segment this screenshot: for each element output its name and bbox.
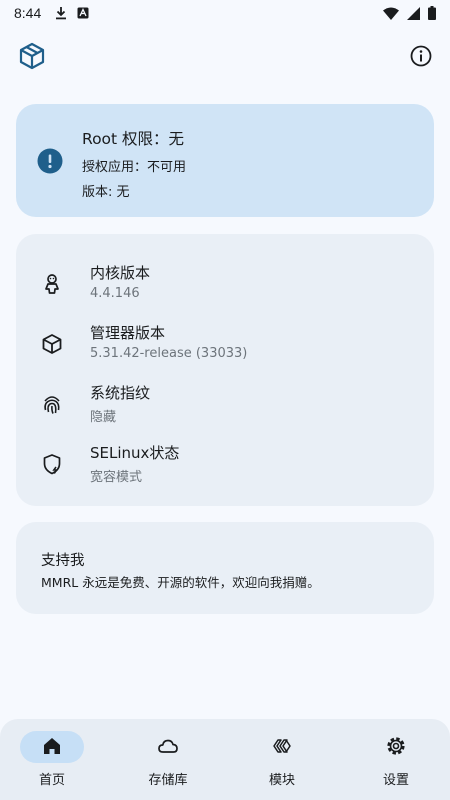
support-title: 支持我	[41, 553, 85, 569]
notification-app-icon	[77, 7, 89, 19]
info-row-title: 管理器版本	[90, 324, 166, 342]
gear-icon	[387, 737, 405, 755]
battery-icon	[428, 6, 436, 20]
root-status-card[interactable]: Root 权限：无 授权应用：不可用 版本: 无	[16, 104, 434, 217]
nav-item-home[interactable]: 首页	[0, 719, 112, 800]
info-row-selinux: SELinux状态 宽容模式	[16, 439, 434, 489]
info-row-value: 4.4.146	[90, 286, 140, 301]
support-text: MMRL 永远是免费、开源的软件，欢迎向我捐赠。	[41, 575, 320, 590]
info-row-fingerprint: 系统指纹 隐藏	[16, 379, 434, 429]
info-row-manager-version: 管理器版本 5.31.42-release (33033)	[16, 319, 434, 369]
info-row-title: 内核版本	[90, 264, 151, 282]
download-icon	[56, 7, 67, 20]
info-row-value: 宽容模式	[90, 470, 143, 485]
nav-item-settings[interactable]: 设置	[344, 719, 450, 800]
home-icon	[44, 738, 60, 754]
wifi-icon	[383, 7, 399, 20]
status-bar: 8:44	[0, 0, 450, 26]
top-app-bar	[0, 38, 450, 74]
nav-label: 首页	[38, 773, 65, 788]
info-row-kernel: 内核版本 4.4.146	[16, 259, 434, 309]
shield-bolt-icon	[43, 454, 61, 475]
nav-label: 存储库	[148, 773, 188, 788]
info-row-title: SELinux状态	[90, 444, 180, 462]
info-row-value: 5.31.42-release (33033)	[90, 346, 248, 361]
nav-label: 设置	[382, 773, 409, 788]
nav-item-modules[interactable]: 模块	[230, 719, 342, 800]
cube-logo-icon	[19, 42, 45, 70]
support-card[interactable]: 支持我 MMRL 永远是免费、开源的软件，欢迎向我捐赠。	[16, 522, 434, 614]
info-icon[interactable]	[409, 44, 433, 68]
info-row-title: 系统指纹	[90, 384, 151, 402]
android-icon	[45, 274, 59, 294]
fingerprint-icon	[44, 396, 60, 414]
cellular-icon	[407, 6, 420, 20]
root-version-text: 版本: 无	[82, 185, 130, 200]
root-status-title: Root 权限：无	[82, 130, 185, 148]
alert-icon	[37, 148, 63, 174]
cube-icon	[42, 334, 62, 354]
nav-item-repository[interactable]: 存储库	[116, 719, 228, 800]
modules-icon	[273, 739, 291, 753]
nav-label: 模块	[268, 773, 295, 788]
authorized-apps-text: 授权应用：不可用	[82, 160, 187, 175]
status-time: 8:44	[14, 5, 42, 21]
bottom-navigation: 首页 存储库 模块 设置	[0, 719, 450, 800]
device-info-card: 内核版本 4.4.146 管理器版本 5.31.42-release (3303…	[16, 234, 434, 506]
cloud-icon	[158, 739, 178, 753]
info-row-value: 隐藏	[90, 410, 117, 425]
